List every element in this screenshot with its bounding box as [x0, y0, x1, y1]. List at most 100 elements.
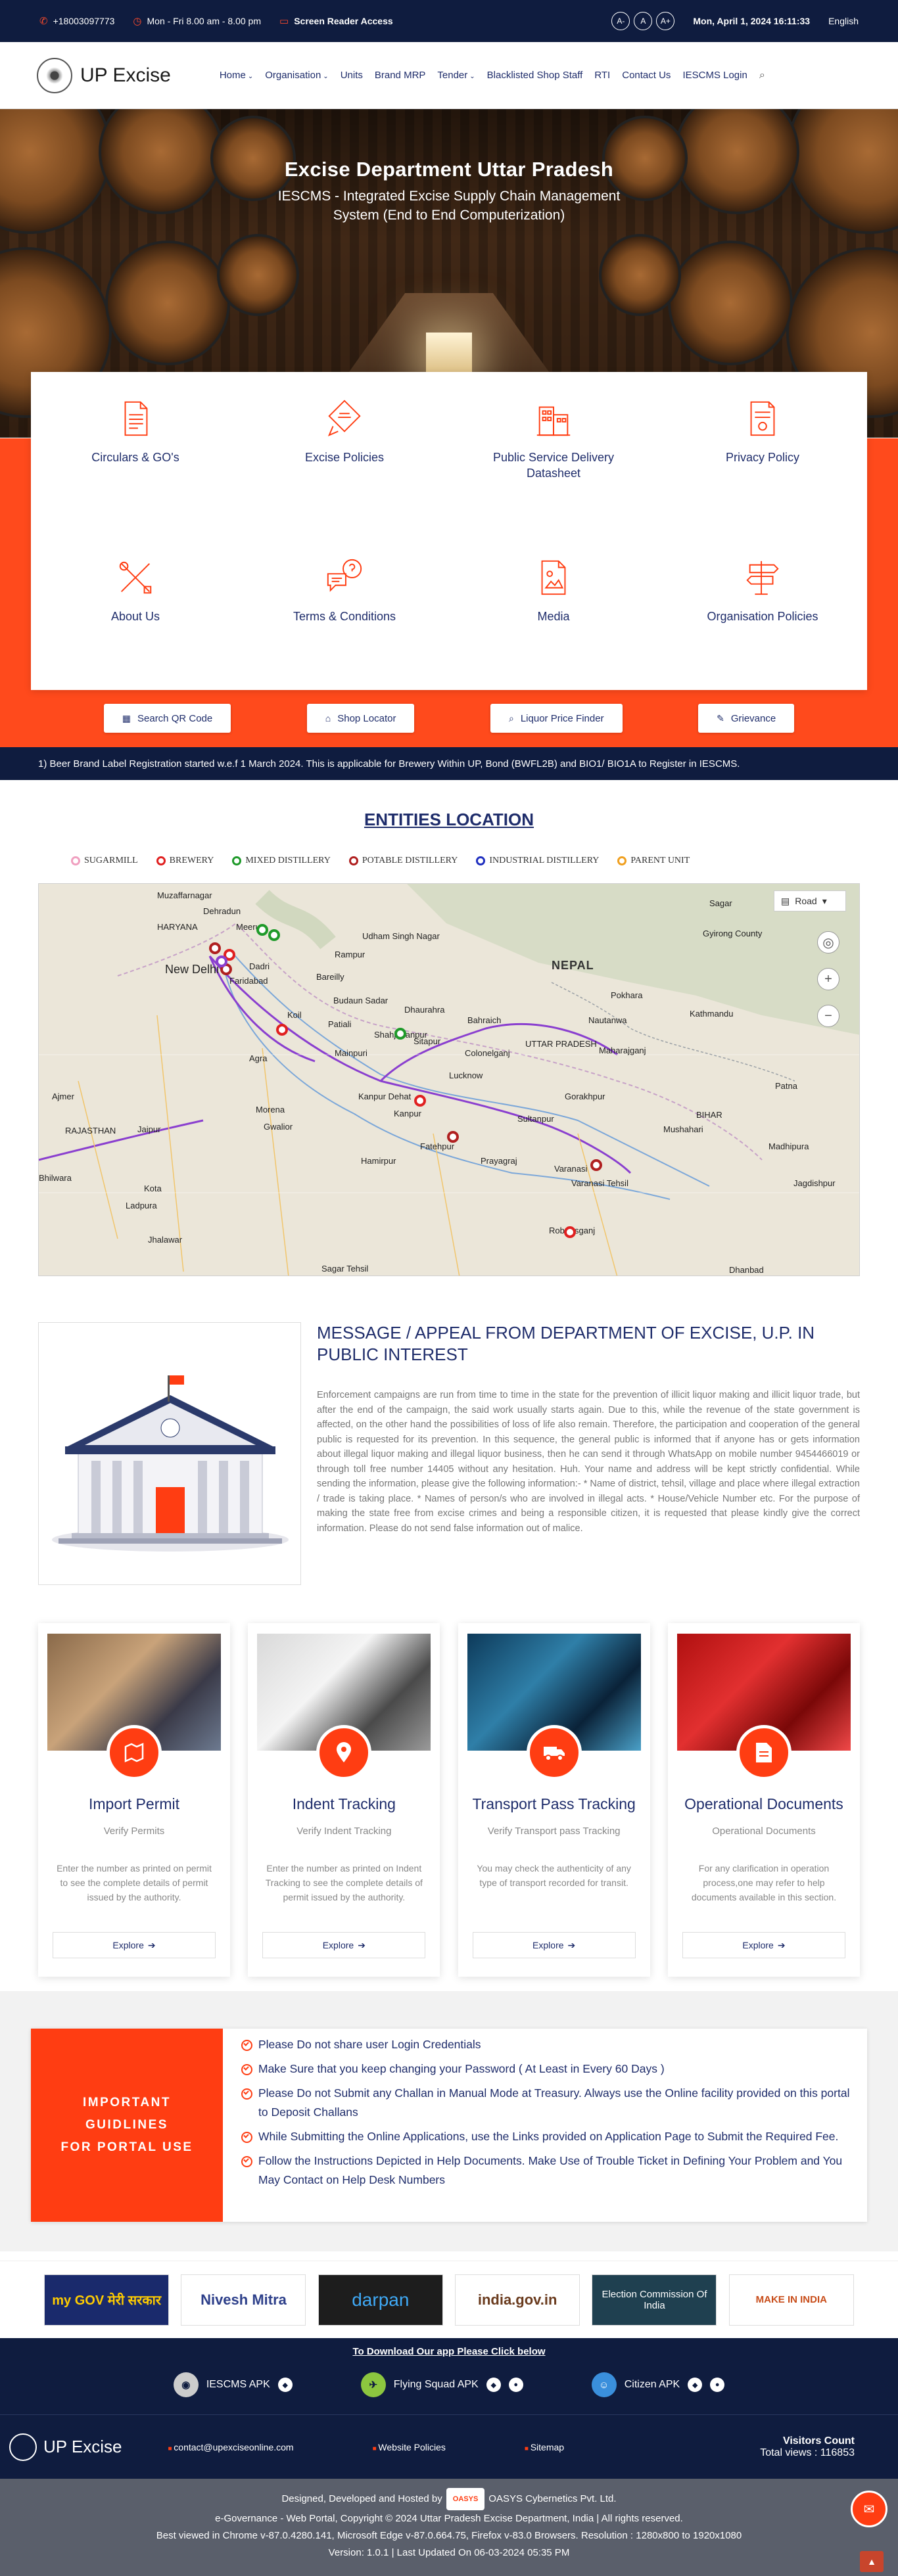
shop-locator-button[interactable]: ⌂ Shop Locator — [306, 704, 415, 733]
map-pin[interactable] — [216, 955, 227, 967]
news-ticker[interactable]: 1) Beer Brand Label Registration started… — [0, 747, 898, 780]
zoom-in-icon[interactable]: + — [817, 968, 839, 990]
search-icon[interactable]: ⌕ — [759, 70, 765, 81]
liquor-price-finder-button[interactable]: ⌕ Liquor Price Finder — [490, 704, 623, 733]
map-pin[interactable] — [447, 1131, 459, 1143]
legend-item-industrial-distillery[interactable]: INDUSTRIAL DISTILLERY — [476, 856, 599, 866]
guideline-item: Please Do not Submit any Challan in Manu… — [241, 2084, 853, 2122]
scroll-to-top-icon[interactable]: ▲ — [860, 2551, 884, 2572]
card-text: Enter the number as printed on permit to… — [57, 1863, 212, 1902]
message-title: MESSAGE / APPEAL FROM DEPARTMENT OF EXCI… — [317, 1323, 815, 1364]
map-pin[interactable] — [209, 942, 221, 954]
nav-blacklisted-shop-staff[interactable]: Blacklisted Shop Staff — [487, 70, 583, 81]
legend-item-mixed-distillery[interactable]: MIXED DISTILLERY — [232, 856, 331, 866]
button-label: Shop Locator — [337, 712, 396, 724]
citizen-apk[interactable]: ☺ Citizen APK ◆ ● — [591, 2372, 725, 2397]
zoom-out-icon[interactable]: − — [817, 1005, 839, 1027]
language-selector[interactable]: English — [828, 16, 859, 26]
apple-icon[interactable]: ● — [710, 2378, 725, 2392]
map-place: Sagar — [709, 898, 732, 908]
search-qr-code-button[interactable]: ▦ Search QR Code — [103, 704, 231, 733]
map-place: Ajmer — [52, 1092, 74, 1101]
map-place: Jagdishpur — [793, 1178, 836, 1188]
nivesh-mitra-logo[interactable]: Nivesh Mitra — [181, 2274, 306, 2326]
locate-me-icon[interactable]: ◎ — [817, 931, 839, 954]
tile-excise-policies[interactable]: Excise Policies — [240, 372, 449, 531]
map-place: Faridabad — [229, 976, 268, 986]
map-pin[interactable] — [564, 1226, 576, 1238]
legend-item-brewery[interactable]: BREWERY — [156, 856, 214, 866]
legend-item-potable-distillery[interactable]: POTABLE DISTILLERY — [348, 856, 458, 866]
nav-tender[interactable]: Tender ⌄ — [437, 70, 475, 81]
nav-contact-us[interactable]: Contact Us — [622, 70, 671, 81]
font-decrease-button[interactable]: A- — [611, 12, 630, 30]
map-pin[interactable] — [268, 929, 280, 941]
explore-button[interactable]: Explore ➔ — [472, 1932, 636, 1958]
footer-sitemap-link[interactable]: Sitemap — [525, 2442, 564, 2452]
site-logo[interactable]: UP Excise — [37, 57, 171, 93]
guideline-item: Make Sure that you keep changing your Pa… — [241, 2059, 853, 2079]
election-commission-logo[interactable]: Election Commission Of India — [592, 2274, 717, 2326]
nav-iescms-login[interactable]: IESCMS Login — [682, 70, 747, 81]
tile-terms[interactable]: Terms & Conditions — [240, 531, 449, 690]
india-gov-logo[interactable]: india.gov.in — [455, 2274, 580, 2326]
arrow-right-icon: ➔ — [358, 1939, 366, 1950]
media-file-icon — [541, 560, 566, 595]
screen-reader-link[interactable]: ▭ Screen Reader Access — [279, 15, 393, 27]
explore-button[interactable]: Explore ➔ — [262, 1932, 426, 1958]
map-place: Dhanbad — [729, 1265, 764, 1275]
legend-item-parent-unit[interactable]: PARENT UNIT — [617, 856, 690, 866]
map-pin[interactable] — [394, 1028, 406, 1040]
card-text: Enter the number as printed on Indent Tr… — [265, 1863, 423, 1902]
map-place: Pokhara — [611, 990, 643, 1000]
flying-squad-apk[interactable]: ✈ Flying Squad APK ◆ ● — [360, 2372, 523, 2397]
nav-units[interactable]: Units — [341, 70, 363, 81]
make-in-india-logo[interactable]: MAKE IN INDIA — [728, 2274, 854, 2326]
map-pin[interactable] — [590, 1159, 602, 1171]
nav-organisation[interactable]: Organisation ⌄ — [265, 70, 328, 81]
download-app-link[interactable]: To Download Our app Please Click below — [0, 2346, 898, 2357]
truck-icon — [526, 1725, 582, 1780]
tile-media[interactable]: Media — [449, 531, 658, 690]
tile-organisation-policies[interactable]: Organisation Policies — [658, 531, 867, 690]
apple-icon[interactable]: ● — [508, 2378, 523, 2392]
card-text: For any clarification in operation proce… — [691, 1863, 837, 1902]
grievance-button[interactable]: ✎ Grievance — [698, 704, 795, 733]
map-place: Dhaurahra — [404, 1005, 445, 1015]
explore-button[interactable]: Explore ➔ — [53, 1932, 216, 1958]
iescms-apk[interactable]: ◉ IESCMS APK ◆ — [173, 2372, 293, 2397]
nav-rti[interactable]: RTI — [594, 70, 610, 81]
mygov-logo[interactable]: my GOV मेरी सरकार — [44, 2274, 170, 2326]
darpan-logo[interactable]: darpan — [318, 2274, 443, 2326]
android-icon[interactable]: ◆ — [277, 2378, 293, 2392]
chat-support-icon[interactable]: ✉ — [851, 2491, 887, 2527]
footer-website-policies-link[interactable]: Website Policies — [373, 2442, 445, 2452]
tile-public-service-datasheet[interactable]: Public Service Delivery Datasheet — [449, 372, 658, 531]
map-place: Gwalior — [264, 1122, 293, 1132]
legend-label: PARENT UNIT — [630, 856, 690, 865]
entities-title: ENTITIES LOCATION — [364, 810, 534, 829]
nav-home[interactable]: Home ⌄ — [220, 70, 253, 81]
explore-button[interactable]: Explore ➔ — [682, 1932, 845, 1958]
android-icon[interactable]: ◆ — [688, 2378, 703, 2392]
map-place: Gyirong County — [703, 929, 763, 938]
tile-about-us[interactable]: About Us — [31, 531, 240, 690]
oasys-logo[interactable]: OASYS — [446, 2488, 485, 2510]
font-increase-button[interactable]: A+ — [656, 12, 675, 30]
tile-privacy-policy[interactable]: Privacy Policy — [658, 372, 867, 531]
footer-logo[interactable]: UP Excise — [9, 2433, 122, 2461]
tile-circulars[interactable]: Circulars & GO's — [31, 372, 240, 531]
entities-map[interactable]: Muzaffarnagar Dehradun Meerut Udham Sing… — [38, 883, 860, 1276]
phone-contact[interactable]: ✆ +18003097773 — [39, 15, 114, 27]
map-pin[interactable] — [256, 924, 268, 936]
footer-email-link[interactable]: contact@upexciseonline.com — [168, 2442, 293, 2452]
map-place: HARYANA — [157, 922, 198, 932]
nav-brand-mrp[interactable]: Brand MRP — [375, 70, 426, 81]
map-type-select[interactable]: ▤ Road ▾ — [774, 890, 846, 911]
legend-item-sugarmill[interactable]: SUGARMILL — [71, 856, 138, 866]
android-icon[interactable]: ◆ — [486, 2378, 501, 2392]
map-pin[interactable] — [276, 1024, 288, 1036]
font-normal-button[interactable]: A — [634, 12, 653, 30]
footer-main: UP Excise contact@upexciseonline.com Web… — [0, 2414, 898, 2479]
map-pin[interactable] — [414, 1095, 426, 1107]
